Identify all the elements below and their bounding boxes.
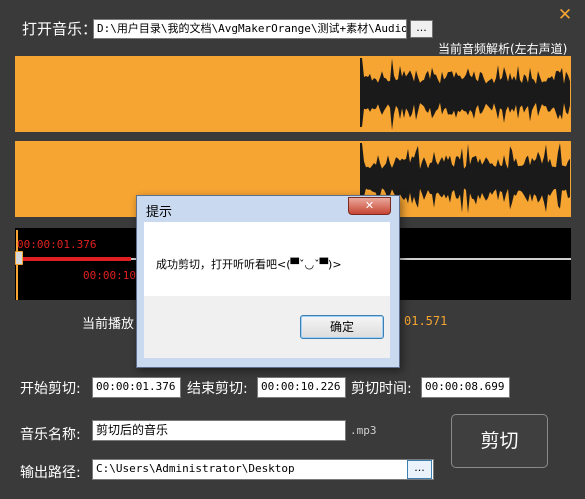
dialog-message: 成功剪切，打开听听看吧<(▀ˇ◡ˇ▀)>: [156, 258, 342, 271]
message-dialog: 提示 ✕ 成功剪切，打开听听看吧<(▀ˇ◡ˇ▀)> 确定: [136, 195, 400, 368]
clip-start-field[interactable]: 00:00:01.376: [92, 377, 181, 398]
open-music-browse-button[interactable]: ...: [410, 20, 433, 38]
trim-start-time: 00:00:01.376: [17, 238, 97, 251]
output-path-browse-button[interactable]: ...: [407, 460, 432, 479]
output-path-label: 输出路径:: [20, 465, 81, 481]
music-ext-label: .mp3: [350, 424, 377, 437]
audio-analysis-label: 当前音频解析(左右声道): [438, 42, 568, 56]
timeline-played-track: [21, 257, 131, 261]
left-waveform-graphic: [360, 58, 570, 131]
audio-path-field[interactable]: D:\用户目录\我的文档\AvgMakerOrange\测试+素材\Audio\: [93, 19, 407, 39]
clip-end-label: 结束剪切:: [187, 381, 248, 397]
clip-end-field[interactable]: 00:00:10.226: [257, 377, 346, 398]
trim-start-handle[interactable]: [15, 251, 23, 265]
clip-duration-label: 剪切时间:: [351, 381, 412, 397]
close-icon: ✕: [364, 199, 375, 212]
clip-duration-field[interactable]: 00:00:08.699: [421, 377, 510, 398]
dialog-body: 成功剪切，打开听听看吧<(▀ˇ◡ˇ▀)>: [144, 222, 390, 296]
dialog-close-button[interactable]: ✕: [348, 197, 391, 215]
current-playback-time: 01.571: [404, 314, 448, 328]
current-playback-label: 当前播放: [82, 317, 135, 332]
music-name-label: 音乐名称:: [20, 427, 81, 443]
window-close-icon[interactable]: ✕: [556, 6, 574, 24]
cut-button[interactable]: 剪切: [451, 414, 548, 468]
dialog-title: 提示: [146, 205, 173, 220]
music-name-field[interactable]: 剪切后的音乐: [92, 420, 346, 441]
clip-start-label: 开始剪切:: [20, 381, 81, 397]
open-music-label: 打开音乐：: [22, 20, 98, 38]
left-channel-waveform: [15, 56, 571, 132]
dialog-footer: 确定: [144, 296, 390, 358]
dialog-ok-button[interactable]: 确定: [300, 315, 384, 339]
trim-end-time: 00:00:10: [83, 269, 136, 282]
output-path-field[interactable]: C:\Users\Administrator\Desktop: [92, 459, 434, 480]
